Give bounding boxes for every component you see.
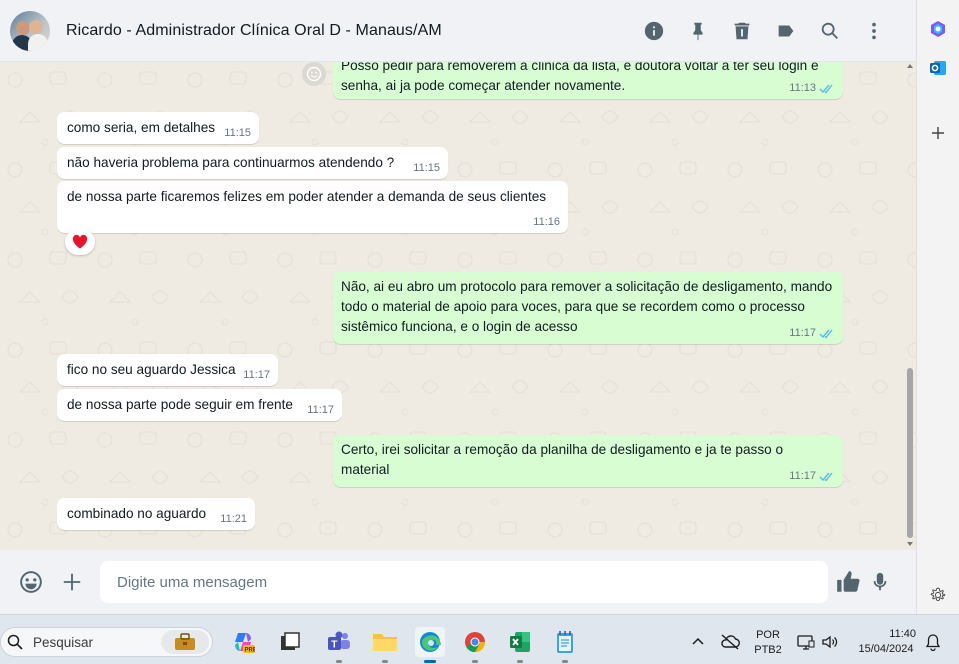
- label-icon[interactable]: [764, 9, 808, 53]
- message-text: Posso pedir para removerem a clinica da …: [341, 62, 819, 93]
- volume-icon[interactable]: [818, 627, 842, 657]
- running-indicator: [562, 660, 568, 663]
- message-time: 11:15: [413, 162, 440, 174]
- running-indicator: [424, 660, 436, 663]
- scroll-thumb[interactable]: [907, 368, 913, 538]
- message-text: fico no seu aguardo Jessica: [67, 362, 236, 377]
- message-time: 11:13: [789, 82, 816, 94]
- message-outgoing[interactable]: Certo, irei solicitar a remoção da plani…: [333, 435, 843, 487]
- contact-avatar[interactable]: [10, 10, 50, 51]
- emoji-icon[interactable]: [15, 566, 47, 598]
- attach-plus-icon[interactable]: [56, 566, 88, 598]
- message-text: combinado no aguardo: [67, 506, 207, 521]
- svg-text:T: T: [331, 640, 337, 651]
- heart-icon: [72, 235, 88, 249]
- react-emoji-icon[interactable]: [302, 62, 326, 86]
- message-text: de nossa parte pode seguir em frente: [67, 397, 293, 412]
- message-time: 11:17: [243, 369, 270, 381]
- delete-icon[interactable]: [720, 9, 764, 53]
- double-check-icon: [819, 329, 833, 339]
- search-icon: [7, 634, 23, 650]
- thumbs-up-icon[interactable]: [832, 566, 864, 598]
- chat-header: Ricardo - Administrador Clínica Oral D -…: [0, 0, 916, 62]
- message-meta: 11:17: [789, 326, 835, 340]
- search-icon[interactable]: [808, 9, 852, 53]
- message-time: 11:21: [220, 513, 247, 525]
- taskbar-copilot-icon[interactable]: PRE: [228, 627, 258, 657]
- taskbar-task-view-icon[interactable]: [275, 627, 305, 657]
- chat-area[interactable]: Posso pedir para removerem a clinica da …: [0, 62, 916, 550]
- header-actions: [632, 0, 896, 62]
- clock-date: 15/04/2024: [858, 643, 914, 655]
- taskbar-teams-icon[interactable]: T: [324, 627, 354, 663]
- pin-icon[interactable]: [676, 9, 720, 53]
- message-outgoing[interactable]: Posso pedir para removerem a clinica da …: [333, 62, 843, 99]
- running-indicator: [336, 660, 342, 663]
- message-time: 11:17: [789, 327, 816, 339]
- onedrive-offline-icon[interactable]: [717, 627, 743, 657]
- language-indicator[interactable]: POR PTB2: [750, 628, 786, 658]
- search-highlight-image: [161, 630, 209, 654]
- running-indicator: [472, 660, 478, 663]
- clock-time: 11:40: [889, 628, 916, 640]
- taskbar-chrome-icon[interactable]: [460, 627, 490, 663]
- message-incoming[interactable]: combinado no aguardo 11:21: [57, 498, 255, 530]
- running-indicator: [517, 660, 523, 663]
- svg-text:PRE: PRE: [245, 648, 256, 654]
- message-text: não haveria problema para continuarmos a…: [67, 155, 395, 170]
- copilot-icon[interactable]: [927, 18, 949, 40]
- message-text: Certo, irei solicitar a remoção da plani…: [341, 442, 784, 477]
- double-check-icon: [819, 472, 833, 482]
- windows-taskbar: Pesquisar PRE T POR PTB2 11:40 15/04/202…: [0, 614, 959, 664]
- double-check-icon: [819, 84, 833, 94]
- search-label: Pesquisar: [33, 635, 94, 650]
- settings-icon[interactable]: [927, 584, 949, 606]
- message-text: Não, ai eu abro um protocolo para remove…: [341, 279, 833, 334]
- message-incoming[interactable]: de nossa parte pode seguir em frente 11:…: [57, 389, 342, 421]
- message-composer: [0, 550, 916, 614]
- message-outgoing[interactable]: Não, ai eu abro um protocolo para remove…: [333, 272, 843, 344]
- message-incoming[interactable]: fico no seu aguardo Jessica 11:17: [57, 354, 278, 386]
- message-time: 11:17: [789, 470, 816, 482]
- taskbar-clock[interactable]: 11:40 15/04/2024: [848, 627, 924, 657]
- add-icon[interactable]: [927, 122, 949, 144]
- scroll-up-arrow[interactable]: [907, 64, 913, 68]
- message-meta: 11:17: [789, 469, 835, 483]
- scroll-down-arrow[interactable]: [907, 542, 913, 546]
- message-text: de nossa parte ficaremos felizes em pode…: [67, 189, 547, 204]
- message-time: 11:15: [224, 127, 251, 139]
- outlook-icon[interactable]: [927, 57, 949, 79]
- message-incoming[interactable]: como seria, em detalhes 11:15: [57, 112, 259, 144]
- chat-scrollbar[interactable]: [904, 62, 916, 550]
- message-time: 11:17: [307, 404, 334, 416]
- network-icon[interactable]: [794, 627, 818, 657]
- message-reaction[interactable]: ❤️: [65, 229, 95, 255]
- chevron-up-icon[interactable]: [686, 627, 710, 657]
- taskbar-file-explorer-icon[interactable]: [370, 627, 400, 663]
- message-incoming[interactable]: de nossa parte ficaremos felizes em pode…: [57, 181, 568, 233]
- taskbar-edge-icon[interactable]: [415, 627, 445, 663]
- menu-icon[interactable]: [852, 9, 896, 53]
- taskbar-excel-icon[interactable]: [505, 627, 535, 663]
- taskbar-notepad-icon[interactable]: [550, 627, 580, 663]
- taskbar-search[interactable]: Pesquisar: [0, 627, 213, 657]
- message-time: 11:16: [533, 216, 560, 228]
- microphone-icon[interactable]: [864, 566, 896, 598]
- message-input[interactable]: [100, 561, 828, 603]
- message-incoming[interactable]: não haveria problema para continuarmos a…: [57, 147, 448, 179]
- side-rail: [916, 0, 959, 614]
- message-meta: 11:13: [789, 81, 835, 95]
- notification-bell-icon[interactable]: [922, 627, 944, 657]
- contact-name[interactable]: Ricardo - Administrador Clínica Oral D -…: [66, 22, 442, 40]
- info-icon[interactable]: [632, 9, 676, 53]
- running-indicator: [382, 660, 388, 663]
- message-text: como seria, em detalhes: [67, 120, 216, 135]
